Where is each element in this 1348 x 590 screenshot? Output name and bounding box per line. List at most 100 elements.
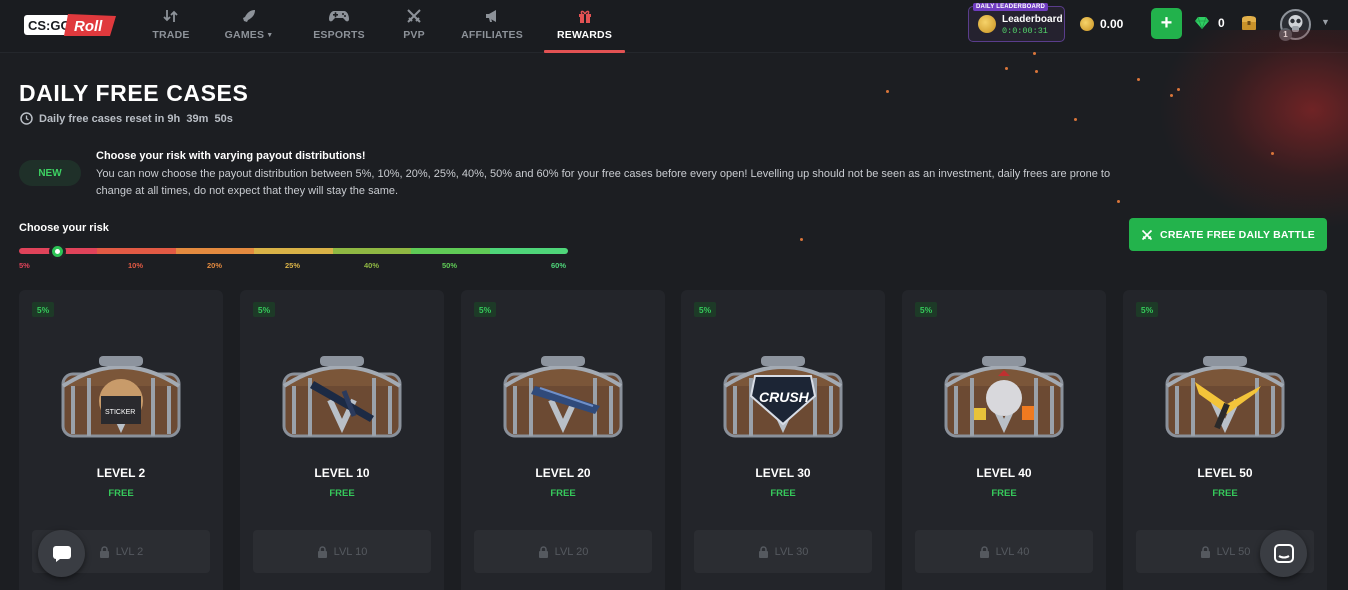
case-price-label: FREE: [550, 488, 576, 499]
risk-segment[interactable]: [489, 248, 568, 254]
nav-games[interactable]: GAMES ▼: [224, 0, 273, 53]
support-chat-icon: [1273, 543, 1294, 563]
locked-open-button[interactable]: LVL 40: [915, 530, 1093, 573]
nav-trade[interactable]: TRADE: [152, 0, 190, 53]
risk-label[interactable]: 60%: [551, 261, 566, 270]
risk-segment[interactable]: [411, 248, 490, 254]
lock-icon: [1200, 545, 1210, 558]
trade-arrows-icon: [161, 6, 181, 26]
risk-label[interactable]: 20%: [207, 261, 222, 270]
nav-affiliates-label: AFFILIATES: [461, 29, 523, 41]
case-card[interactable]: 5% LEVEL 10 FREE LVL 10: [240, 290, 444, 590]
risk-percent-badge: 5%: [1136, 302, 1158, 317]
nav-games-label: GAMES: [224, 29, 265, 41]
lock-level-label: LVL 10: [333, 545, 368, 558]
leaderboard-timer: 0:0:00:31: [1002, 26, 1048, 36]
lock-level-label: LVL 40: [995, 545, 1030, 558]
nav-rewards[interactable]: REWARDS: [544, 0, 625, 53]
gem-icon: [1195, 17, 1209, 29]
megaphone-icon: [482, 6, 502, 26]
locked-open-button[interactable]: LVL 20: [474, 530, 652, 573]
notice-title: Choose your risk with varying payout dis…: [96, 150, 366, 162]
page-title: DAILY FREE CASES: [19, 80, 249, 106]
case-card[interactable]: 5% CRUSH LEVEL 30 FREE LVL 30: [681, 290, 885, 590]
risk-label[interactable]: 50%: [442, 261, 457, 270]
gems-display[interactable]: 0: [1195, 16, 1225, 30]
coin-icon: [1080, 17, 1094, 31]
ember-particle: [1005, 67, 1008, 70]
balance-display[interactable]: 0.00: [1072, 10, 1146, 38]
risk-slider-track[interactable]: [19, 248, 568, 254]
lock-level-label: LVL 2: [115, 545, 144, 558]
svg-text:Roll: Roll: [74, 18, 103, 35]
risk-title: Choose your risk: [19, 222, 109, 234]
risk-label[interactable]: 5%: [19, 261, 30, 270]
leaderboard-tag: DAILY LEADERBOARD: [973, 3, 1049, 11]
gems-value: 0: [1218, 16, 1225, 30]
case-price-label: FREE: [770, 488, 796, 499]
risk-label[interactable]: 40%: [364, 261, 379, 270]
create-free-daily-battle-button[interactable]: CREATE FREE DAILY BATTLE: [1129, 218, 1327, 251]
crossed-swords-icon: [1141, 229, 1153, 240]
nav-affiliates[interactable]: AFFILIATES: [461, 0, 523, 53]
risk-percent-badge: 5%: [474, 302, 496, 317]
nav-pvp[interactable]: PVP: [401, 0, 427, 53]
ember-particle: [886, 90, 889, 93]
nav-esports[interactable]: ESPORTS: [313, 0, 365, 53]
svg-text:CS:GO: CS:GO: [28, 18, 71, 33]
risk-label[interactable]: 25%: [285, 261, 300, 270]
risk-slider-handle[interactable]: [49, 243, 66, 260]
risk-segment[interactable]: [254, 248, 333, 254]
case-level-label: LEVEL 40: [976, 466, 1032, 480]
notice-body: You can now choose the payout distributi…: [96, 168, 1111, 197]
case-level-label: LEVEL 50: [1197, 466, 1253, 480]
ember-particle: [1271, 152, 1274, 155]
case-card[interactable]: 5% LEVEL 40 FREE LVL 40: [902, 290, 1106, 590]
case-image: STICKER: [61, 356, 181, 438]
lock-icon: [979, 545, 989, 558]
background-glow: [1158, 30, 1348, 230]
risk-segment[interactable]: [97, 248, 176, 254]
lock-level-label: LVL 30: [774, 545, 809, 558]
leaderboard-title: Leaderboard: [1002, 14, 1063, 25]
risk-segment[interactable]: [332, 248, 412, 254]
ember-particle: [1035, 70, 1038, 73]
risk-segment[interactable]: [175, 248, 255, 254]
lock-icon: [317, 545, 327, 558]
case-price-label: FREE: [991, 488, 1017, 499]
nav-esports-label: ESPORTS: [313, 29, 365, 41]
crossed-swords-icon: [404, 6, 424, 26]
case-level-label: LEVEL 20: [535, 466, 591, 480]
top-navbar: CS:GO Roll TRADE GAMES ▼ ESPORTS PVP AFFI: [0, 0, 1348, 53]
rocket-icon: [239, 6, 259, 26]
locked-open-button[interactable]: LVL 10: [253, 530, 431, 573]
locked-open-button[interactable]: LVL 30: [694, 530, 872, 573]
lock-icon: [538, 545, 548, 558]
case-card[interactable]: 5% LEVEL 20 FREE LVL 20: [461, 290, 665, 590]
case-price-label: FREE: [108, 488, 134, 499]
lock-icon: [99, 545, 109, 558]
risk-percent-badge: 5%: [915, 302, 937, 317]
chevron-down-icon[interactable]: ▼: [1321, 17, 1330, 27]
lock-level-label: LVL 20: [554, 545, 589, 558]
case-image: [1165, 356, 1285, 438]
case-level-label: LEVEL 10: [314, 466, 370, 480]
daily-leaderboard-widget[interactable]: DAILY LEADERBOARD Leaderboard 0:0:00:31: [968, 3, 1065, 42]
chat-button[interactable]: [38, 530, 85, 577]
ember-particle: [1177, 88, 1180, 91]
gift-icon: [575, 6, 595, 26]
case-price-label: FREE: [1212, 488, 1238, 499]
support-chat-button[interactable]: [1260, 530, 1307, 577]
svg-text:STICKER: STICKER: [105, 409, 135, 416]
case-image: CRUSH: [723, 356, 843, 438]
csgoroll-logo[interactable]: CS:GO Roll: [24, 10, 118, 40]
reset-timer: Daily free cases reset in 9h 39m 50s: [20, 112, 233, 125]
nav-pvp-label: PVP: [403, 29, 425, 41]
chat-bubble-icon: [52, 545, 71, 562]
case-price-label: FREE: [329, 488, 355, 499]
new-badge: NEW: [19, 160, 81, 186]
risk-percent-badge: 5%: [694, 302, 716, 317]
case-image: [503, 356, 623, 438]
risk-label[interactable]: 10%: [128, 261, 143, 270]
treasure-chest-icon[interactable]: [1241, 15, 1257, 31]
